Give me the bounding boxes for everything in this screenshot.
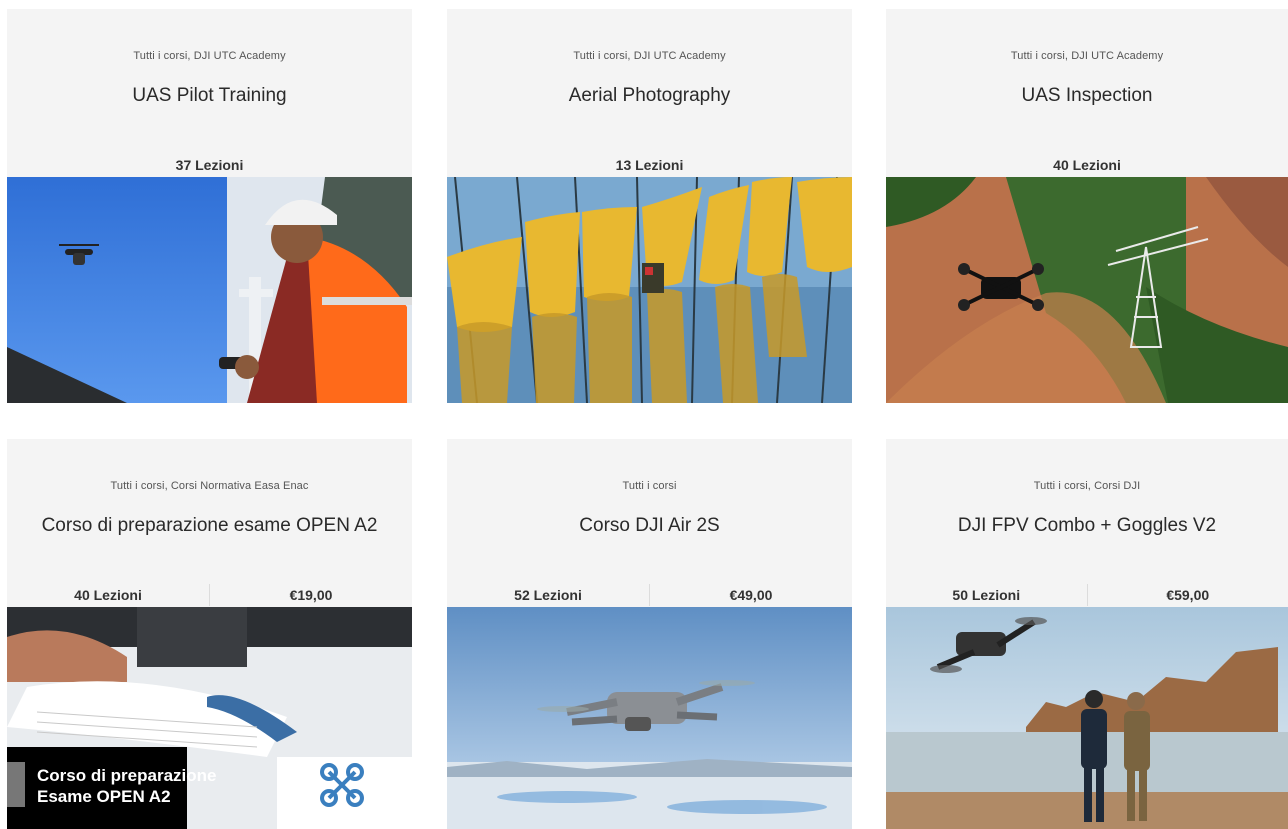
course-card-header: Tutti i corsi, Corsi DJI DJI FPV Combo +… — [886, 439, 1288, 607]
course-title[interactable]: Corso DJI Air 2S — [447, 515, 852, 537]
course-price: €59,00 — [1166, 587, 1210, 603]
course-thumbnail[interactable] — [447, 177, 852, 403]
course-card-header: Tutti i corsi, DJI UTC Academy UAS Inspe… — [886, 9, 1288, 177]
course-thumbnail[interactable] — [886, 607, 1288, 829]
course-price: €49,00 — [729, 587, 773, 603]
thumbnail-caption-line-2: Esame OPEN A2 — [37, 787, 171, 806]
course-categories[interactable]: Tutti i corsi, DJI UTC Academy — [7, 50, 412, 62]
course-title[interactable]: Aerial Photography — [447, 85, 852, 107]
lesson-count: 13 Lezioni — [615, 157, 684, 173]
course-card-header: Tutti i corsi, DJI UTC Academy UAS Pilot… — [7, 9, 412, 177]
course-card-header: Tutti i corsi, DJI UTC Academy Aerial Ph… — [447, 9, 852, 177]
lesson-count: 37 Lezioni — [175, 157, 244, 173]
course-card-header: Tutti i corsi, Corsi Normativa Easa Enac… — [7, 439, 412, 607]
course-card-uas-pilot-training[interactable]: Tutti i corsi, DJI UTC Academy UAS Pilot… — [7, 9, 412, 403]
course-categories[interactable]: Tutti i corsi, Corsi DJI — [886, 480, 1288, 492]
thumbnail-caption: Corso di preparazione Esame OPEN A2 — [37, 765, 216, 807]
course-card-dji-fpv[interactable]: Tutti i corsi, Corsi DJI DJI FPV Combo +… — [886, 439, 1288, 829]
course-meta: 52 Lezioni €49,00 — [447, 584, 852, 606]
course-title[interactable]: UAS Inspection — [886, 85, 1288, 107]
course-categories[interactable]: Tutti i corsi, DJI UTC Academy — [447, 50, 852, 62]
course-thumbnail[interactable] — [7, 177, 412, 403]
course-meta: 40 Lezioni €19,00 — [7, 584, 412, 606]
course-card-open-a2[interactable]: Tutti i corsi, Corsi Normativa Easa Enac… — [7, 439, 412, 829]
course-card-aerial-photography[interactable]: Tutti i corsi, DJI UTC Academy Aerial Ph… — [447, 9, 852, 403]
lesson-count: 50 Lezioni — [952, 587, 1021, 603]
course-categories[interactable]: Tutti i corsi, DJI UTC Academy — [886, 50, 1288, 62]
course-title[interactable]: UAS Pilot Training — [7, 85, 412, 107]
course-thumbnail[interactable] — [886, 177, 1288, 403]
course-meta: 50 Lezioni €59,00 — [886, 584, 1288, 606]
course-categories[interactable]: Tutti i corsi, Corsi Normativa Easa Enac — [7, 480, 412, 492]
course-title[interactable]: DJI FPV Combo + Goggles V2 — [886, 515, 1288, 537]
course-categories[interactable]: Tutti i corsi — [447, 480, 852, 492]
course-thumbnail[interactable] — [447, 607, 852, 829]
course-price: €19,00 — [289, 587, 333, 603]
course-card-uas-inspection[interactable]: Tutti i corsi, DJI UTC Academy UAS Inspe… — [886, 9, 1288, 403]
lesson-count: 40 Lezioni — [74, 587, 142, 603]
course-meta: 37 Lezioni — [7, 155, 412, 175]
thumbnail-caption-line-1: Corso di preparazione — [37, 766, 217, 785]
course-title[interactable]: Corso di preparazione esame OPEN A2 — [7, 515, 412, 537]
course-card-dji-air-2s[interactable]: Tutti i corsi Corso DJI Air 2S 52 Lezion… — [447, 439, 852, 829]
course-card-header: Tutti i corsi Corso DJI Air 2S 52 Lezion… — [447, 439, 852, 607]
lesson-count: 52 Lezioni — [514, 587, 582, 603]
course-thumbnail[interactable]: Corso di preparazione Esame OPEN A2 — [7, 607, 412, 829]
course-meta: 13 Lezioni — [447, 155, 852, 175]
course-meta: 40 Lezioni — [886, 155, 1288, 175]
lesson-count: 40 Lezioni — [1053, 157, 1121, 173]
